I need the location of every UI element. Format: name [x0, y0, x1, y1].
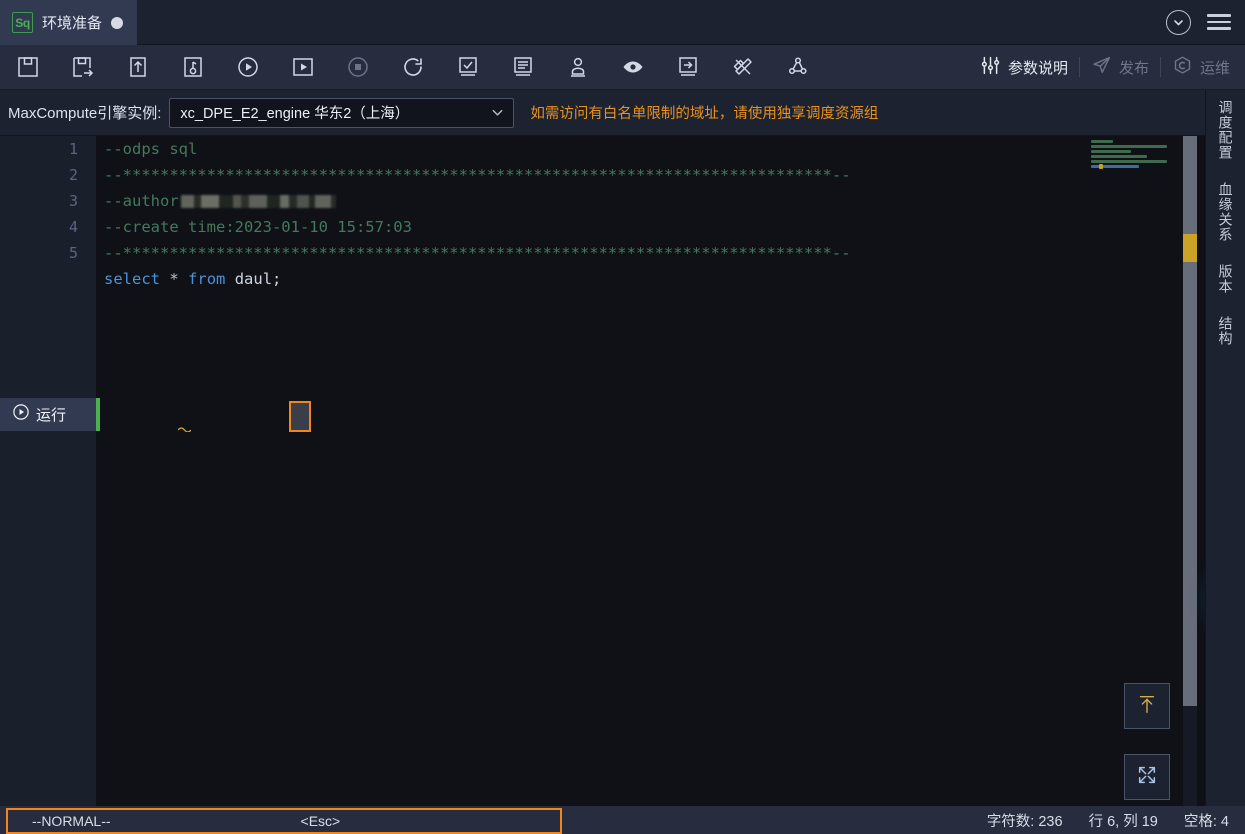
deploy-user-icon[interactable] — [550, 45, 605, 90]
cursor-position-label: 行 6, 列 19 — [1088, 813, 1158, 830]
param-desc-button[interactable]: 参数说明 — [969, 45, 1079, 90]
status-bar-right: 字符数: 236 行 6, 列 19 空格: 4 — [987, 810, 1245, 831]
vim-mode-indicator: --NORMAL-- <Esc> — [6, 808, 562, 834]
syntax-warning-squiggle — [178, 427, 191, 432]
sidebar-item-structure[interactable]: 结构 — [1217, 316, 1234, 346]
reload-icon[interactable] — [385, 45, 440, 90]
run-icon[interactable] — [220, 45, 275, 90]
precheck-icon[interactable] — [440, 45, 495, 90]
status-bar: --NORMAL-- <Esc> 字符数: 236 行 6, 列 19 空格: … — [0, 806, 1245, 834]
engine-label: MaxCompute引擎实例: — [8, 105, 162, 122]
code-line-1: --odps sql — [104, 140, 198, 158]
minimap-line — [1091, 140, 1113, 143]
engine-bar: MaxCompute引擎实例: xc_DPE_E2_engine 华东2（上海）… — [0, 90, 1245, 136]
line-number: 4 — [68, 218, 78, 236]
line-number-gutter: 1 2 3 4 5 — [0, 136, 96, 806]
fullscreen-expand-icon — [1136, 764, 1158, 791]
steal-lock-icon[interactable] — [165, 45, 220, 90]
text-cursor — [289, 401, 311, 432]
sql-table-name: daul — [234, 270, 273, 288]
line-number: 2 — [68, 166, 78, 184]
minimap-cursor — [1099, 164, 1103, 169]
save-as-icon[interactable] — [55, 45, 110, 90]
preview-icon[interactable] — [605, 45, 660, 90]
hamburger-menu-icon[interactable] — [1207, 11, 1231, 32]
line-number: 1 — [68, 140, 78, 158]
minimap-line — [1091, 145, 1167, 148]
code-line-3: --author — [104, 188, 336, 214]
code-editor[interactable]: 1 2 3 4 5 --odps sql --*****************… — [0, 136, 1205, 806]
unsaved-indicator-icon — [111, 16, 124, 29]
sql-editor-app: Sq 环境准备 参数说明 发布 运维 MaxCompute引擎实例: xc_DP… — [0, 0, 1245, 834]
code-line-4: --create time:2023-01-10 15:57:03 — [104, 218, 412, 236]
main-toolbar: 参数说明 发布 运维 — [0, 45, 1245, 90]
redacted-author-name — [180, 195, 336, 208]
right-side-panel: 调度配置 血缘关系 版本 结构 — [1205, 90, 1245, 806]
code-line-6: select * from daul; — [104, 266, 281, 292]
vim-key-hint: <Esc> — [300, 813, 341, 829]
send-icon — [1091, 55, 1112, 80]
indent-label: 空格: 4 — [1183, 813, 1229, 830]
scroll-to-top-icon — [1136, 693, 1158, 720]
toolbar-right-group: 参数说明 发布 运维 — [969, 45, 1245, 90]
tab-title: 环境准备 — [42, 15, 103, 32]
active-line-marker — [96, 398, 100, 431]
engine-select[interactable]: xc_DPE_E2_engine 华东2（上海） — [169, 97, 515, 128]
sidebar-item-version[interactable]: 版本 — [1217, 264, 1234, 294]
vim-mode-label: --NORMAL-- — [32, 813, 111, 829]
sql-file-icon: Sq — [12, 12, 33, 33]
code-line-2: --**************************************… — [104, 166, 851, 184]
minimap-line — [1091, 150, 1131, 153]
inline-run-button[interactable]: 运行 — [0, 398, 96, 431]
whitelist-warning-text: 如需访问有白名单限制的域址，请使用独享调度资源组 — [530, 106, 879, 122]
code-content[interactable]: --odps sql --***************************… — [96, 136, 851, 344]
sql-star: * — [169, 270, 179, 288]
minimap-line — [1091, 155, 1147, 158]
scroll-to-top-button[interactable] — [1124, 683, 1170, 729]
sidebar-item-lineage[interactable]: 血缘关系 — [1217, 182, 1234, 242]
char-count-label: 字符数: 236 — [986, 813, 1063, 830]
engine-selected-value: xc_DPE_E2_engine 华东2（上海） — [180, 106, 410, 122]
code-line-5: --**************************************… — [104, 244, 851, 262]
sql-keyword-from: from — [188, 270, 226, 288]
window-controls — [1166, 0, 1245, 44]
ops-icon — [1172, 55, 1193, 80]
stop-icon — [330, 45, 385, 90]
line-number: 3 — [68, 192, 78, 210]
tab-environment-prep[interactable]: Sq 环境准备 — [0, 0, 138, 45]
param-desc-label: 参数说明 — [1007, 59, 1068, 77]
sql-keyword-select: select — [104, 270, 160, 288]
minimap-line — [1091, 160, 1167, 163]
fullscreen-button[interactable] — [1124, 754, 1170, 800]
cost-estimate-icon[interactable] — [715, 45, 770, 90]
sql-terminator: ; — [272, 270, 282, 288]
inline-run-label: 运行 — [36, 407, 67, 424]
publish-label: 发布 — [1118, 59, 1149, 77]
tab-bar: Sq 环境准备 — [0, 0, 1245, 45]
run-with-params-icon[interactable] — [275, 45, 330, 90]
ops-label: 运维 — [1199, 59, 1230, 77]
editor-scroll-warning-marker — [1183, 234, 1197, 262]
save-icon[interactable] — [0, 45, 55, 90]
editor-scrollbar-thumb[interactable] — [1183, 136, 1197, 706]
format-icon[interactable] — [495, 45, 550, 90]
publish-button[interactable]: 发布 — [1080, 45, 1160, 90]
chevron-down-icon — [490, 105, 505, 120]
ops-button[interactable]: 运维 — [1161, 45, 1241, 90]
lineage-icon[interactable] — [770, 45, 825, 90]
code-line-3-text: --author — [104, 192, 179, 210]
chevron-down-circle-icon[interactable] — [1166, 9, 1191, 35]
sliders-icon — [980, 55, 1001, 80]
import-icon[interactable] — [660, 45, 715, 90]
play-circle-icon — [12, 403, 30, 426]
sidebar-item-schedule-config[interactable]: 调度配置 — [1217, 100, 1234, 160]
submit-icon[interactable] — [110, 45, 165, 90]
line-number: 5 — [68, 244, 78, 262]
